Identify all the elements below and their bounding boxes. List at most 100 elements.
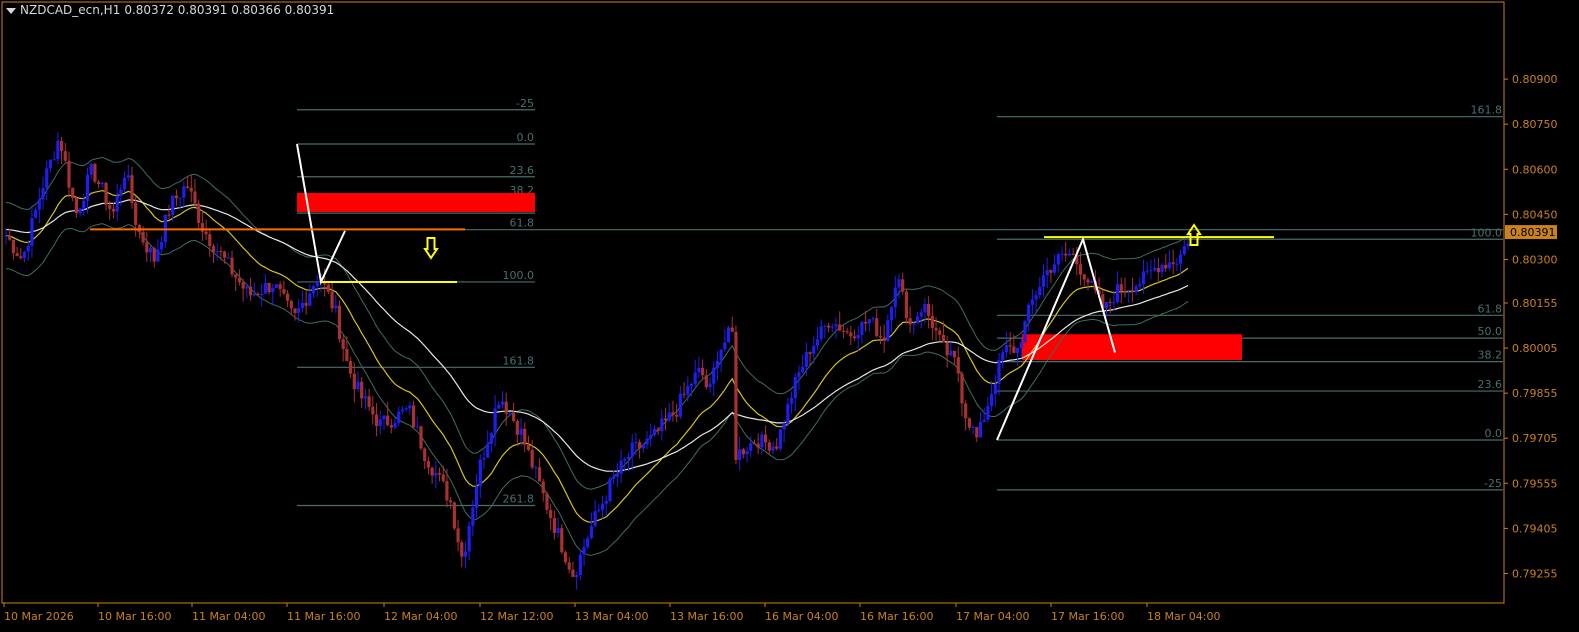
candle-body — [682, 393, 686, 395]
candle-body — [649, 435, 653, 439]
candle-body — [219, 251, 223, 253]
candle-body — [471, 507, 475, 526]
candle-body — [330, 291, 334, 309]
candle-body — [660, 418, 664, 432]
candle-body — [623, 458, 627, 461]
candle-body — [775, 446, 779, 449]
candle-body — [945, 342, 949, 356]
candle-body — [145, 242, 149, 253]
candle-body — [156, 249, 160, 262]
candle-body — [1182, 246, 1186, 255]
candle-body — [415, 426, 419, 428]
candle-body — [19, 256, 23, 259]
candle-body — [252, 293, 256, 296]
candle-body — [1086, 279, 1090, 283]
candle-body — [1041, 275, 1046, 287]
candle-body — [445, 481, 449, 501]
candle-body — [912, 323, 916, 325]
candle-body — [1008, 345, 1012, 347]
candle-body — [1027, 304, 1031, 322]
buy-arrow-icon — [1186, 223, 1202, 246]
candle-body — [174, 195, 179, 199]
candle-body — [378, 419, 382, 427]
candle-body — [504, 401, 508, 414]
candle-body — [608, 478, 612, 501]
candle-body — [167, 214, 171, 216]
candle-body — [997, 360, 1001, 385]
fib-level-label: 0.0 — [1485, 427, 1503, 440]
time-tick-label: 12 Mar 12:00 — [480, 610, 553, 623]
candle-body — [1108, 302, 1112, 304]
candle-body — [730, 327, 734, 332]
candle-body — [723, 342, 727, 350]
candle-body — [237, 277, 242, 283]
candle-body — [919, 312, 923, 317]
candle-body — [85, 174, 90, 201]
candle-body — [593, 511, 597, 526]
candle-body — [541, 481, 545, 494]
candle-body — [652, 428, 657, 436]
candle-body — [604, 500, 608, 504]
candle-body — [389, 425, 393, 428]
candle-body — [185, 186, 190, 188]
candle-body — [967, 418, 971, 428]
candle-body — [704, 375, 708, 388]
candle-body — [638, 441, 642, 449]
time-tick-label: 10 Mar 16:00 — [98, 610, 171, 623]
candle-body — [163, 214, 167, 243]
candle-body — [71, 187, 75, 198]
candle-body — [1178, 254, 1183, 264]
candle-body — [456, 528, 460, 543]
candle-body — [1123, 290, 1127, 292]
price-chart[interactable]: -25 0.0 23.6 38.2 50.0 61.8 100.0 161.8 261.8 161… — [0, 0, 1579, 632]
sell-arrow-icon — [423, 237, 439, 260]
candle-body — [248, 286, 253, 296]
candle-body — [15, 253, 19, 257]
candle-body — [148, 248, 153, 253]
candle-body — [597, 509, 601, 512]
candle-body — [927, 303, 931, 316]
candle-body — [141, 231, 145, 243]
time-tick-label: 16 Mar 16:00 — [860, 610, 933, 623]
dropdown-triangle-icon[interactable] — [6, 7, 16, 14]
candle-body — [256, 293, 260, 296]
candle-body — [1067, 253, 1072, 256]
candle-body — [986, 406, 990, 420]
candle-body — [760, 434, 764, 448]
candle-body — [612, 476, 616, 479]
price-tick-label: 0.80450 — [1512, 208, 1558, 221]
candle-body — [767, 442, 771, 451]
candle-body — [845, 331, 849, 333]
candle-body — [626, 456, 631, 459]
candle-body — [1004, 345, 1009, 353]
candle-body — [1034, 295, 1038, 300]
candle-body — [600, 503, 605, 510]
candle-body — [356, 381, 360, 389]
candle-body — [860, 321, 864, 335]
candle-body — [419, 426, 423, 449]
candle-body — [741, 449, 745, 455]
candle-body — [908, 318, 912, 325]
candle-body — [1038, 286, 1042, 296]
candle-body — [352, 373, 356, 389]
candle-body — [489, 433, 493, 444]
time-tick-label: 17 Mar 04:00 — [956, 610, 1029, 623]
candle-body — [4, 235, 8, 237]
candle-body — [260, 293, 264, 296]
candle-body — [801, 366, 805, 373]
candle-body — [115, 195, 119, 212]
candle-body — [708, 383, 712, 388]
candle-body — [119, 189, 123, 196]
candle-body — [552, 518, 556, 533]
candle-body — [63, 151, 67, 161]
candle-body — [230, 257, 234, 275]
candle-body — [678, 393, 682, 417]
candle-body — [1115, 284, 1120, 303]
candle-body — [719, 349, 723, 361]
candle-body — [130, 175, 134, 203]
candle-body — [226, 257, 230, 259]
candle-body — [348, 361, 353, 374]
candle-body — [526, 444, 531, 450]
candle-body — [437, 472, 442, 475]
fib-level-label: 61.8 — [1478, 302, 1503, 315]
